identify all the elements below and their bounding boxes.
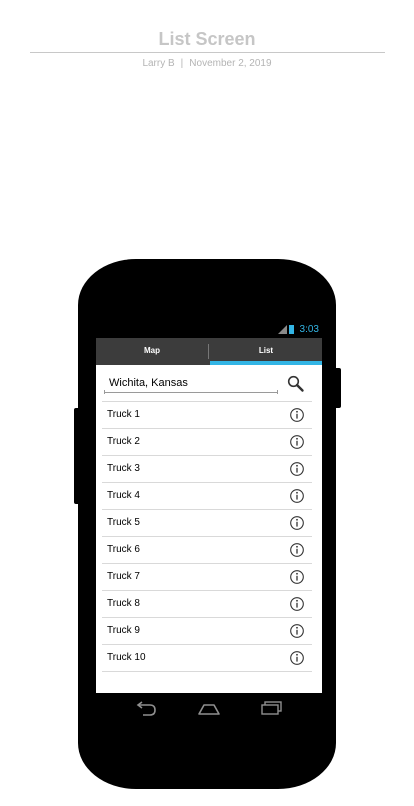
- battery-icon: [289, 325, 294, 334]
- info-icon[interactable]: [289, 623, 305, 639]
- list-item-label: Truck 7: [107, 571, 140, 582]
- list-item[interactable]: Truck 8: [102, 590, 312, 617]
- list-item[interactable]: Truck 2: [102, 428, 312, 455]
- info-icon[interactable]: [289, 488, 305, 504]
- list-item[interactable]: Truck 5: [102, 509, 312, 536]
- list-item[interactable]: Truck 1: [102, 401, 312, 428]
- page-meta: Larry B | November 2, 2019: [0, 58, 414, 69]
- tab-divider: [208, 344, 209, 359]
- tab-map[interactable]: Map: [96, 338, 208, 365]
- list-item[interactable]: Truck 9: [102, 617, 312, 644]
- meta-separator: |: [180, 58, 184, 69]
- list-item-label: Truck 8: [107, 598, 140, 609]
- list-item[interactable]: Truck 6: [102, 536, 312, 563]
- date: November 2, 2019: [189, 58, 272, 69]
- author: Larry B: [142, 58, 175, 69]
- list-item-label: Truck 4: [107, 490, 140, 501]
- status-bar: 3:03: [96, 321, 322, 338]
- tab-bar: Map List: [96, 338, 322, 365]
- search-button[interactable]: [286, 374, 306, 394]
- list-item[interactable]: Truck 10: [102, 644, 312, 672]
- list-item[interactable]: Truck 3: [102, 455, 312, 482]
- info-icon[interactable]: [289, 407, 305, 423]
- info-icon[interactable]: [289, 596, 305, 612]
- back-icon[interactable]: [135, 701, 157, 717]
- list-item-label: Truck 10: [107, 652, 146, 663]
- list-item-label: Truck 9: [107, 625, 140, 636]
- home-icon[interactable]: [197, 701, 221, 717]
- list-item[interactable]: Truck 4: [102, 482, 312, 509]
- signal-icon: [278, 325, 287, 334]
- truck-list: Truck 1 Truck 2 Truck 3 Truck 4 Truck 5 Truck…: [102, 401, 312, 672]
- phone-screen: 3:03 Map List Truck 1Truck 2Truck 3Truck…: [96, 321, 322, 693]
- search-icon: [287, 375, 304, 392]
- tab-selected-indicator: [210, 361, 322, 365]
- list-item-label: Truck 2: [107, 436, 140, 447]
- list-item-label: Truck 6: [107, 544, 140, 555]
- list-item[interactable]: Truck 7: [102, 563, 312, 590]
- title-divider: [30, 52, 385, 53]
- status-time: 3:03: [299, 324, 319, 335]
- list-item-label: Truck 1: [107, 409, 140, 420]
- info-icon[interactable]: [289, 461, 305, 477]
- info-icon[interactable]: [289, 569, 305, 585]
- info-icon[interactable]: [289, 542, 305, 558]
- info-icon[interactable]: [289, 515, 305, 531]
- info-icon[interactable]: [289, 434, 305, 450]
- search-input-edge-left: [104, 390, 105, 394]
- search-input[interactable]: [104, 373, 278, 393]
- search-input-edge-right: [277, 390, 278, 394]
- list-item-label: Truck 3: [107, 463, 140, 474]
- status-icons: [278, 325, 294, 335]
- list-item-label: Truck 5: [107, 517, 140, 528]
- page-title: List Screen: [158, 29, 256, 49]
- recents-icon[interactable]: [260, 700, 284, 716]
- info-icon[interactable]: [289, 650, 305, 666]
